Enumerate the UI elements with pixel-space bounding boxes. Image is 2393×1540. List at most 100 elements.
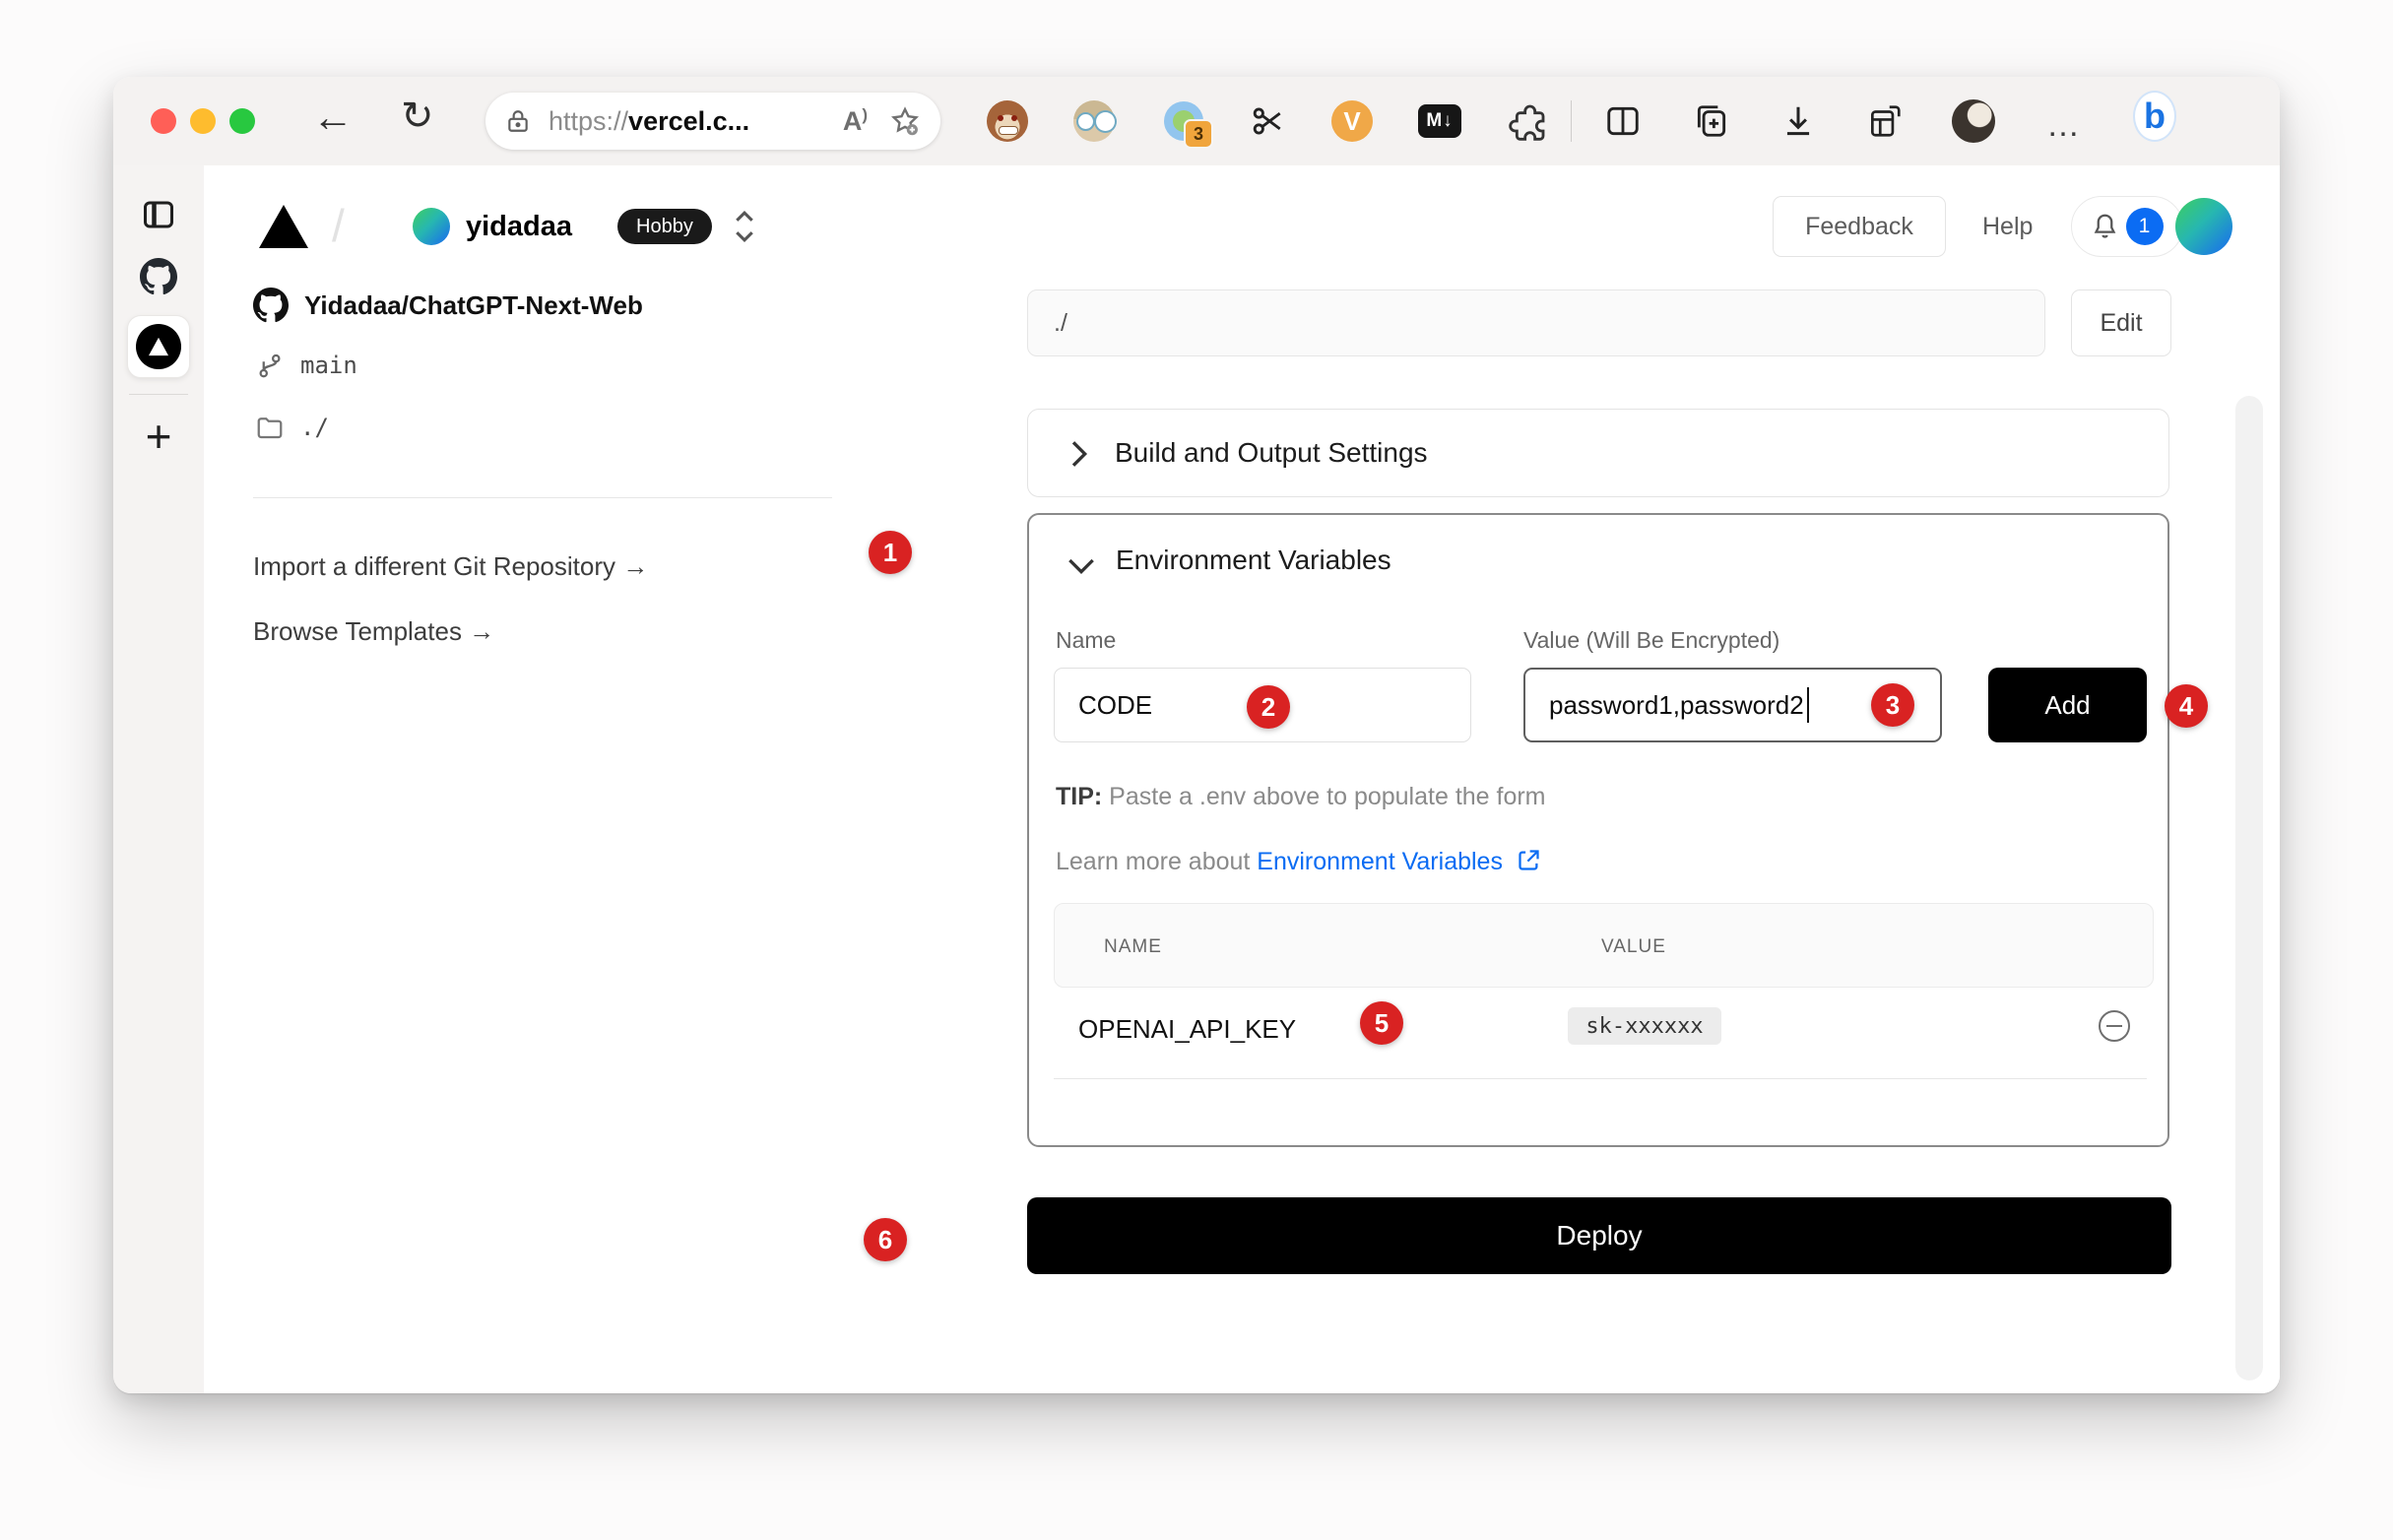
table-row: OPENAI_API_KEY sk-xxxxxx (1029, 988, 2167, 1078)
minimize-window-button[interactable] (190, 108, 216, 134)
more-menu-button[interactable]: … (2046, 106, 2082, 145)
help-link[interactable]: Help (1982, 196, 2033, 257)
browse-templates-link[interactable]: Browse Templates → (253, 616, 494, 647)
annotation-badge-3: 3 (1871, 683, 1914, 727)
annotation-badge-1: 1 (869, 531, 912, 574)
markdown-extension-icon[interactable]: M↓ (1418, 99, 1461, 143)
browser-window: ← ↻ https://vercel.c... A) 3 (113, 77, 2280, 1393)
feedback-button[interactable]: Feedback (1773, 196, 1946, 257)
notification-badge: 1 (2126, 208, 2164, 245)
back-button[interactable]: ← (312, 96, 354, 138)
team-name[interactable]: yidadaa (466, 211, 572, 243)
avatar (1952, 99, 1995, 143)
team-avatar[interactable] (413, 208, 450, 245)
page-scrollbar[interactable] (2235, 396, 2263, 1380)
tip-line: TIP: Paste a .env above to populate the … (1056, 783, 1546, 811)
chevron-down-icon[interactable] (1067, 554, 1096, 576)
sidebar-tabs-button[interactable] (113, 197, 204, 232)
annotation-badge-6: 6 (864, 1218, 907, 1261)
monkey-extension-icon[interactable] (986, 99, 1029, 143)
vercel-header: / yidadaa Hobby Feedback Help 1 (204, 165, 2280, 289)
environment-variables-title[interactable]: Environment Variables (1116, 545, 1391, 576)
scissors-extension-icon[interactable] (1246, 99, 1289, 143)
markdown-icon: M↓ (1418, 104, 1461, 138)
edit-root-button[interactable]: Edit (2071, 289, 2171, 356)
import-project-main: Yidadaa/ChatGPT-Next-Web main ./ Import … (204, 288, 2280, 1393)
favorite-star-icon[interactable] (889, 105, 921, 137)
annotation-badge-2: 2 (1247, 685, 1290, 729)
env-value-value: password1,password2 (1549, 690, 1804, 721)
sidebar-item-vercel-active[interactable] (127, 315, 190, 378)
folder-icon (255, 413, 285, 442)
reader-mode-icon[interactable]: A) (843, 105, 868, 137)
downloads-button[interactable] (1777, 99, 1820, 143)
translate-icon: 3 (1164, 101, 1203, 141)
translate-extension-icon[interactable]: 3 (1162, 99, 1205, 143)
plan-badge: Hobby (617, 209, 712, 244)
vercel-triangle-icon (148, 337, 169, 356)
import-different-repo-link[interactable]: Import a different Git Repository → (253, 551, 648, 582)
url-text: https://vercel.c... (549, 106, 749, 137)
edge-sidebar: + (113, 165, 205, 1393)
repo-name: Yidadaa/ChatGPT-Next-Web (304, 290, 643, 321)
browser-profile-avatar[interactable] (1952, 99, 1995, 143)
env-row-name: OPENAI_API_KEY (1078, 1014, 1296, 1045)
name-label: Name (1056, 627, 1116, 654)
download-icon (1779, 102, 1817, 140)
branch-row: main (255, 349, 357, 382)
sidebar-divider (129, 394, 188, 395)
environment-variables-section: Environment Variables Name Value (Will B… (1027, 513, 2169, 1147)
lock-icon (505, 106, 531, 136)
browser-toolbar: ← ↻ https://vercel.c... A) 3 (113, 77, 2280, 166)
collections-button[interactable] (1863, 99, 1907, 143)
address-bar[interactable]: https://vercel.c... A) (485, 93, 940, 150)
value-column-header: VALUE (1601, 936, 1666, 958)
sidebar-add-button[interactable]: + (113, 414, 204, 459)
url-protocol: https:// (549, 106, 628, 136)
env-table-header: NAME VALUE (1054, 903, 2154, 988)
window-panel-icon (141, 197, 176, 232)
env-row-value: sk-xxxxxx (1568, 1007, 1721, 1045)
zoom-window-button[interactable] (229, 108, 255, 134)
bing-chat-button[interactable]: b (2133, 95, 2176, 138)
close-window-button[interactable] (151, 108, 176, 134)
user-avatar[interactable] (2175, 198, 2232, 255)
copy-add-icon (1693, 102, 1730, 140)
reload-button[interactable]: ↻ (401, 96, 434, 136)
build-output-settings-title: Build and Output Settings (1115, 437, 1428, 469)
notifications-button[interactable]: 1 (2071, 196, 2183, 257)
row-divider (1054, 1078, 2147, 1079)
vc-icon: V (1331, 100, 1373, 142)
repo-summary: Yidadaa/ChatGPT-Next-Web (253, 288, 643, 323)
branch-name: main (300, 352, 357, 379)
vc-extension-icon[interactable]: V (1330, 99, 1374, 143)
github-icon (140, 258, 177, 295)
environment-variables-link[interactable]: Environment Variables (1257, 848, 1503, 875)
learn-more-line: Learn more about Environment Variables (1056, 847, 1542, 876)
value-label: Value (Will Be Encrypted) (1523, 627, 1779, 654)
build-output-settings-section[interactable]: Build and Output Settings (1027, 409, 2169, 497)
deploy-button[interactable]: Deploy (1027, 1197, 2171, 1274)
vercel-logo[interactable] (259, 205, 308, 248)
url-host: vercel.c... (628, 106, 749, 136)
root-directory-field[interactable]: ./ (1027, 289, 2045, 356)
external-link-icon[interactable] (1516, 847, 1542, 873)
split-screen-button[interactable] (1601, 99, 1645, 143)
learn-more-prefix: Learn more about (1056, 848, 1257, 875)
add-env-var-button[interactable]: Add (1988, 668, 2147, 742)
git-branch-icon (255, 349, 285, 382)
extensions-menu-icon[interactable] (1507, 99, 1550, 143)
sidebar-item-github[interactable] (113, 258, 204, 295)
text-caret (1807, 687, 1809, 723)
split-screen-icon (1604, 102, 1642, 140)
bell-icon (2092, 212, 2118, 241)
breadcrumb-slash: / (332, 199, 345, 252)
remove-env-var-button[interactable] (2099, 1010, 2130, 1042)
team-switcher-chevrons-icon[interactable] (732, 207, 757, 246)
tip-text: Paste a .env above to populate the form (1102, 783, 1545, 810)
granny-extension-icon[interactable] (1072, 99, 1116, 143)
add-to-collections-button[interactable] (1690, 99, 1733, 143)
root-dir-row: ./ (255, 413, 329, 442)
tip-label: TIP: (1056, 783, 1102, 810)
root-dir: ./ (300, 414, 329, 441)
